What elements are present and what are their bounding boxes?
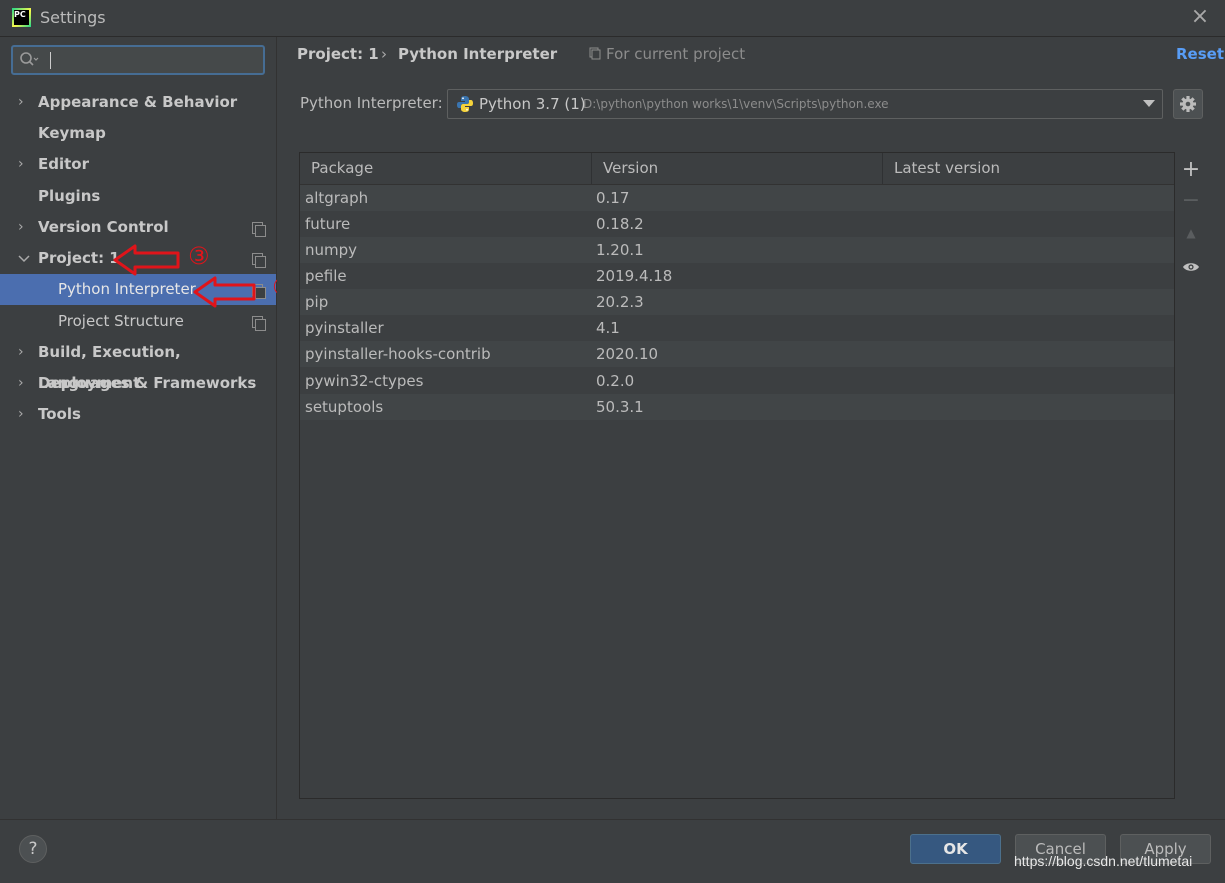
package-version: 4.1 — [596, 319, 620, 337]
reset-link[interactable]: Reset — [1176, 45, 1224, 63]
breadcrumb-project[interactable]: Project: 1 — [297, 45, 379, 63]
interpreter-settings-button[interactable] — [1173, 89, 1203, 119]
interpreter-dropdown[interactable]: Python 3.7 (1) D:\python\python works\1\… — [447, 89, 1163, 119]
table-row[interactable]: altgraph 0.17 — [300, 185, 1174, 211]
package-version: 0.18.2 — [596, 215, 644, 233]
package-version: 50.3.1 — [596, 398, 644, 416]
package-name: pefile — [305, 267, 347, 285]
sidebar-item-label: Plugins — [38, 187, 101, 205]
annotation-step-3: ③ — [188, 242, 210, 270]
chevron-right-icon: › — [18, 219, 24, 235]
ok-button[interactable]: OK — [910, 834, 1001, 864]
search-input[interactable] — [57, 49, 261, 73]
python-icon — [457, 96, 473, 112]
table-row[interactable]: pyinstaller-hooks-contrib 2020.10 — [300, 341, 1174, 367]
gear-icon — [1180, 96, 1196, 112]
sidebar-item-label: Languages & Frameworks — [38, 374, 257, 392]
package-name: pyinstaller — [305, 319, 384, 337]
table-header: Package Version Latest version — [300, 153, 1174, 185]
table-row[interactable]: setuptools 50.3.1 — [300, 394, 1174, 420]
package-version: 2020.10 — [596, 345, 659, 363]
sidebar-item-label: Project Structure — [58, 312, 184, 330]
remove-package-button[interactable]: − — [1176, 188, 1206, 214]
text-caret — [50, 52, 51, 69]
sidebar-item-languages-frameworks[interactable]: › Languages & Frameworks — [0, 368, 276, 399]
pycharm-logo-icon: PC — [12, 8, 31, 27]
title-bar: PC Settings × — [0, 0, 1225, 37]
package-version: 20.2.3 — [596, 293, 644, 311]
package-version: 2019.4.18 — [596, 267, 673, 285]
column-header-package[interactable]: Package — [300, 153, 592, 184]
project-level-icon — [252, 253, 266, 268]
search-icon — [19, 50, 39, 74]
sidebar-item-label: Editor — [38, 155, 89, 173]
close-icon[interactable]: × — [1190, 6, 1210, 28]
annotation-arrow-4 — [193, 276, 256, 308]
packages-table: Package Version Latest version altgraph … — [299, 152, 1175, 799]
package-name: pip — [305, 293, 329, 311]
sidebar-item-build-execution-deployment[interactable]: › Build, Execution, Deployment — [0, 337, 276, 392]
package-name: setuptools — [305, 398, 384, 416]
sidebar-item-tools[interactable]: › Tools — [0, 399, 276, 430]
sidebar-item-appearance-behavior[interactable]: › Appearance & Behavior — [0, 87, 276, 118]
table-row[interactable]: pywin32-ctypes 0.2.0 — [300, 368, 1174, 394]
current-project-icon — [589, 47, 601, 65]
package-name: numpy — [305, 241, 358, 259]
sidebar-item-version-control[interactable]: › Version Control — [0, 212, 276, 243]
sidebar-item-label: Version Control — [38, 218, 169, 236]
package-toolbar: + − ▲ — [1176, 152, 1206, 799]
sidebar-item-editor[interactable]: › Editor — [0, 149, 276, 180]
project-level-icon — [252, 222, 266, 237]
package-name: future — [305, 215, 351, 233]
sidebar-item-keymap[interactable]: Keymap — [0, 118, 276, 149]
sidebar-item-label: Keymap — [38, 124, 106, 142]
eye-icon — [1183, 263, 1199, 271]
interpreter-label: Python Interpreter: — [300, 94, 443, 112]
package-name: pywin32-ctypes — [305, 372, 424, 390]
sidebar-item-label: Appearance & Behavior — [38, 93, 238, 111]
help-button[interactable]: ? — [19, 835, 47, 863]
table-row[interactable]: future 0.18.2 — [300, 211, 1174, 237]
column-header-version[interactable]: Version — [592, 153, 883, 184]
page-title: Python Interpreter — [398, 45, 558, 63]
package-version: 1.20.1 — [596, 241, 644, 259]
scope-hint: For current project — [606, 45, 746, 63]
show-early-releases-button[interactable] — [1176, 254, 1206, 280]
chevron-right-icon: › — [18, 406, 24, 422]
package-name: altgraph — [305, 189, 369, 207]
project-level-icon — [252, 316, 266, 331]
interpreter-path: D:\python\python works\1\venv\Scripts\py… — [583, 97, 889, 111]
package-version: 0.2.0 — [596, 372, 635, 390]
table-row[interactable]: numpy 1.20.1 — [300, 237, 1174, 263]
annotation-arrow-3 — [113, 244, 180, 276]
table-row[interactable]: pefile 2019.4.18 — [300, 263, 1174, 289]
column-header-latest-version[interactable]: Latest version — [883, 153, 1174, 184]
package-name: pyinstaller-hooks-contrib — [305, 345, 491, 363]
chevron-right-icon: › — [18, 375, 24, 391]
breadcrumb-separator: › — [381, 45, 387, 63]
table-row[interactable]: pyinstaller 4.1 — [300, 315, 1174, 341]
watermark-text: https://blog.csdn.net/tlumetai — [1014, 853, 1193, 869]
table-row[interactable]: pip 20.2.3 — [300, 289, 1174, 315]
sidebar-item-label: Project: 1 — [38, 249, 120, 267]
chevron-right-icon: › — [18, 344, 24, 360]
chevron-right-icon: › — [18, 156, 24, 172]
chevron-right-icon: › — [18, 94, 24, 110]
package-version: 0.17 — [596, 189, 630, 207]
sidebar-item-label: Tools — [38, 405, 81, 423]
sidebar-item-plugins[interactable]: Plugins — [0, 181, 276, 212]
interpreter-name: Python 3.7 (1) — [479, 95, 586, 113]
add-package-button[interactable]: + — [1176, 157, 1206, 183]
upgrade-package-button[interactable]: ▲ — [1176, 220, 1206, 246]
dropdown-arrow-icon — [1143, 100, 1155, 107]
settings-search[interactable] — [11, 45, 265, 75]
window-title: Settings — [40, 8, 106, 27]
